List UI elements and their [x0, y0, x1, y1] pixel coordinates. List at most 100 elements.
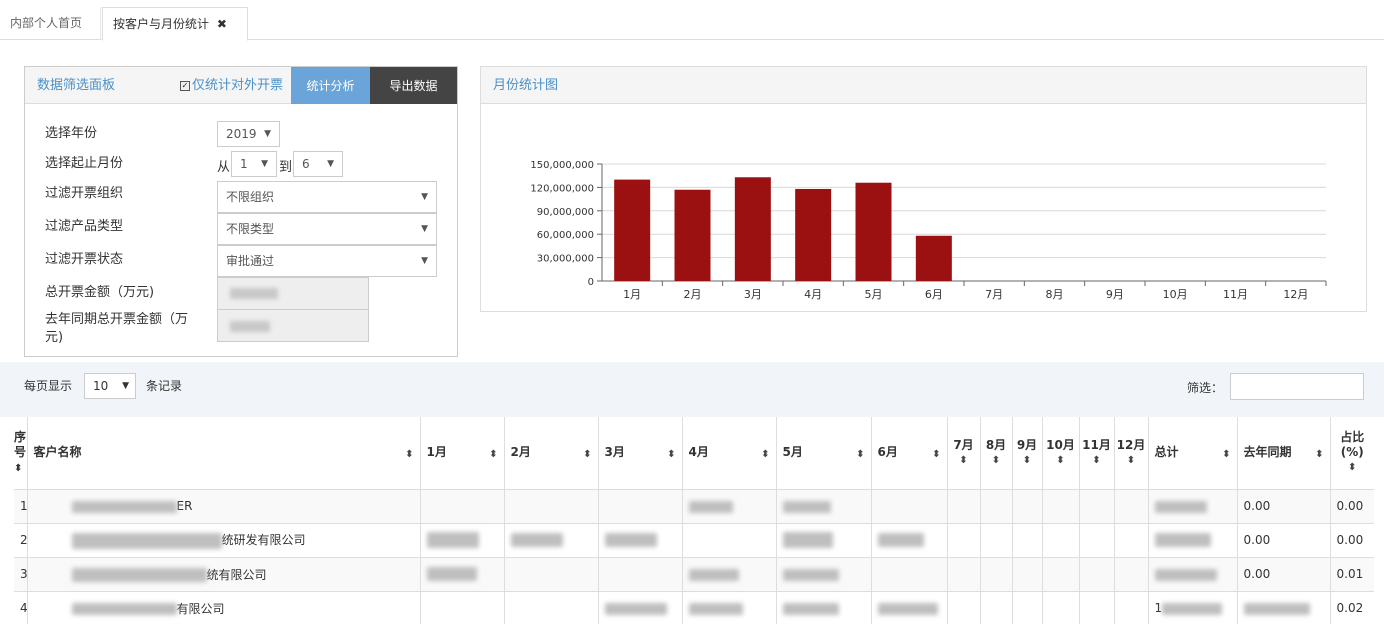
tab-customer-month-stats[interactable]: 按客户与月份统计 ✖ — [102, 7, 248, 41]
col-header-m7[interactable]: 7月 ⬍ — [946, 417, 980, 490]
sort-icon[interactable]: ⬍ — [14, 463, 22, 474]
redacted-value — [1154, 533, 1211, 548]
col-header-total[interactable]: 总计 ⬍ — [1147, 417, 1237, 490]
sort-icon[interactable]: ⬍ — [405, 447, 413, 462]
filter-label: 筛选： — [1187, 381, 1224, 395]
col-header-m10[interactable]: 10月 ⬍ — [1041, 417, 1079, 490]
total-prefix: 1 — [1154, 601, 1163, 616]
col-header-m2[interactable]: 2月 ⬍ — [503, 417, 598, 490]
redacted-value — [782, 500, 831, 513]
col-header-customer[interactable]: 客户名称 ⬍ — [26, 417, 420, 490]
table-row[interactable]: 2 统研发有限公司 0.00 0.00 — [14, 522, 1374, 557]
redacted-value — [782, 532, 833, 548]
close-icon[interactable]: ✖ — [217, 17, 227, 31]
sort-icon[interactable]: ⬍ — [932, 447, 940, 462]
redacted-value — [1243, 602, 1310, 615]
bar-4 — [795, 188, 832, 281]
cell-pct: 0.01 — [1329, 556, 1374, 591]
from-month-select[interactable]: 1 ▼ — [231, 151, 277, 177]
redacted-value — [1154, 568, 1217, 581]
cell-m1 — [419, 590, 504, 624]
col-header-m3[interactable]: 3月 ⬍ — [597, 417, 682, 490]
sort-icon[interactable]: ⬍ — [667, 447, 675, 462]
table-row[interactable]: 3 统有限公司 0.00 0.01 — [14, 556, 1374, 591]
cell-lastyear: 0.00 — [1236, 488, 1330, 523]
col-header-pct[interactable]: 占比(%) ⬍ — [1329, 417, 1375, 490]
x-tick-label: 6月 — [925, 288, 943, 301]
col-header-label: 6月 — [877, 445, 898, 460]
chevron-down-icon: ▼ — [261, 159, 268, 169]
cell-pct: 0.02 — [1329, 590, 1374, 624]
col-header-label: 2月 — [510, 445, 531, 460]
sort-icon[interactable]: ⬍ — [856, 447, 864, 462]
sort-icon[interactable]: ⬍ — [1315, 447, 1323, 462]
col-header-m6[interactable]: 6月 ⬍ — [870, 417, 947, 490]
cell-m5 — [775, 488, 871, 523]
month-range-label: 选择起止月份 — [45, 156, 124, 171]
cell-m7 — [946, 488, 980, 523]
sort-icon[interactable]: ⬍ — [948, 453, 980, 468]
x-tick-label: 9月 — [1106, 288, 1124, 301]
redacted-value — [510, 533, 563, 548]
total-amount-field — [217, 277, 369, 310]
org-select[interactable]: 不限组织 ▼ — [217, 181, 437, 213]
tab-bar: 内部个人首页 按客户与月份统计 ✖ — [0, 0, 1384, 41]
redacted-value — [230, 288, 278, 299]
year-select[interactable]: 2019 ▼ — [217, 121, 280, 147]
redacted-value — [1162, 602, 1223, 615]
cell-m7 — [946, 522, 980, 557]
col-header-m11[interactable]: 11月 ⬍ — [1078, 417, 1114, 490]
col-header-lastyear[interactable]: 去年同期 ⬍ — [1236, 417, 1330, 490]
status-select[interactable]: 审批通过 ▼ — [217, 245, 437, 277]
sort-icon[interactable]: ⬍ — [1043, 453, 1079, 468]
analyze-button[interactable]: 统计分析 — [291, 67, 370, 104]
cell-lastyear — [1236, 590, 1330, 624]
filter-input[interactable] — [1230, 373, 1364, 400]
sort-icon[interactable]: ⬍ — [1331, 460, 1375, 475]
tab-home[interactable]: 内部个人首页 — [0, 7, 101, 40]
chart-panel: 月份统计图 0 30,000,000 60,000,000 90,000,000 120… — [480, 66, 1367, 312]
cell-customer: ER — [26, 488, 420, 523]
chevron-down-icon: ▼ — [421, 192, 428, 202]
cell-m3 — [597, 590, 682, 624]
cell-m6 — [870, 522, 947, 557]
cell-total: 1 — [1147, 590, 1237, 624]
y-tick-label: 120,000,000 — [530, 183, 594, 194]
sort-icon[interactable]: ⬍ — [1222, 447, 1230, 462]
col-header-m9[interactable]: 9月 ⬍ — [1011, 417, 1042, 490]
chevron-down-icon: ▼ — [264, 129, 271, 139]
sort-icon[interactable]: ⬍ — [1013, 453, 1042, 468]
product-select[interactable]: 不限类型 ▼ — [217, 213, 437, 245]
sort-icon[interactable]: ⬍ — [489, 447, 497, 462]
sort-icon[interactable]: ⬍ — [761, 447, 769, 462]
table-row[interactable]: 1 ER 0.00 0.00 — [14, 488, 1374, 523]
table-row[interactable]: 4 有限公司 1 0.02 — [14, 590, 1374, 624]
cell-m10 — [1041, 590, 1079, 624]
external-invoice-checkbox[interactable]: ✓ 仅统计对外开票 — [180, 67, 283, 104]
col-header-no[interactable]: 序号 ⬍ — [14, 417, 27, 490]
col-header-m12[interactable]: 12月 ⬍ — [1113, 417, 1148, 490]
col-header-label: 去年同期 — [1243, 445, 1292, 460]
x-tick-label: 3月 — [744, 288, 762, 301]
checkbox-checked-icon[interactable]: ✓ — [180, 81, 190, 91]
col-header-m4[interactable]: 4月 ⬍ — [681, 417, 776, 490]
sort-icon[interactable]: ⬍ — [1115, 453, 1148, 468]
col-header-m8[interactable]: 8月 ⬍ — [979, 417, 1012, 490]
cell-m2 — [503, 590, 598, 624]
export-button[interactable]: 导出数据 — [370, 67, 457, 104]
col-header-label: 5月 — [782, 445, 803, 460]
page-length-select[interactable]: 10 ▼ — [84, 373, 136, 399]
sort-icon[interactable]: ⬍ — [583, 447, 591, 462]
table-header-row: 序号⬍ 客户名称 ⬍ 1月 ⬍ 2月 ⬍ 3月 ⬍ 4月 ⬍ 5月 ⬍ 6月 ⬍ 7月 ⬍ 8月… — [14, 417, 1375, 490]
x-tick-label: 4月 — [804, 288, 822, 301]
cell-m4 — [681, 556, 776, 591]
redacted-text — [71, 500, 177, 513]
col-header-m1[interactable]: 1月 ⬍ — [419, 417, 504, 490]
col-header-label: 3月 — [604, 445, 625, 460]
col-header-label: 占比(%) — [1340, 430, 1365, 460]
sort-icon[interactable]: ⬍ — [1080, 453, 1114, 468]
x-tick-label: 2月 — [684, 288, 702, 301]
col-header-m5[interactable]: 5月 ⬍ — [775, 417, 871, 490]
to-month-select[interactable]: 6 ▼ — [293, 151, 343, 177]
sort-icon[interactable]: ⬍ — [981, 453, 1012, 468]
